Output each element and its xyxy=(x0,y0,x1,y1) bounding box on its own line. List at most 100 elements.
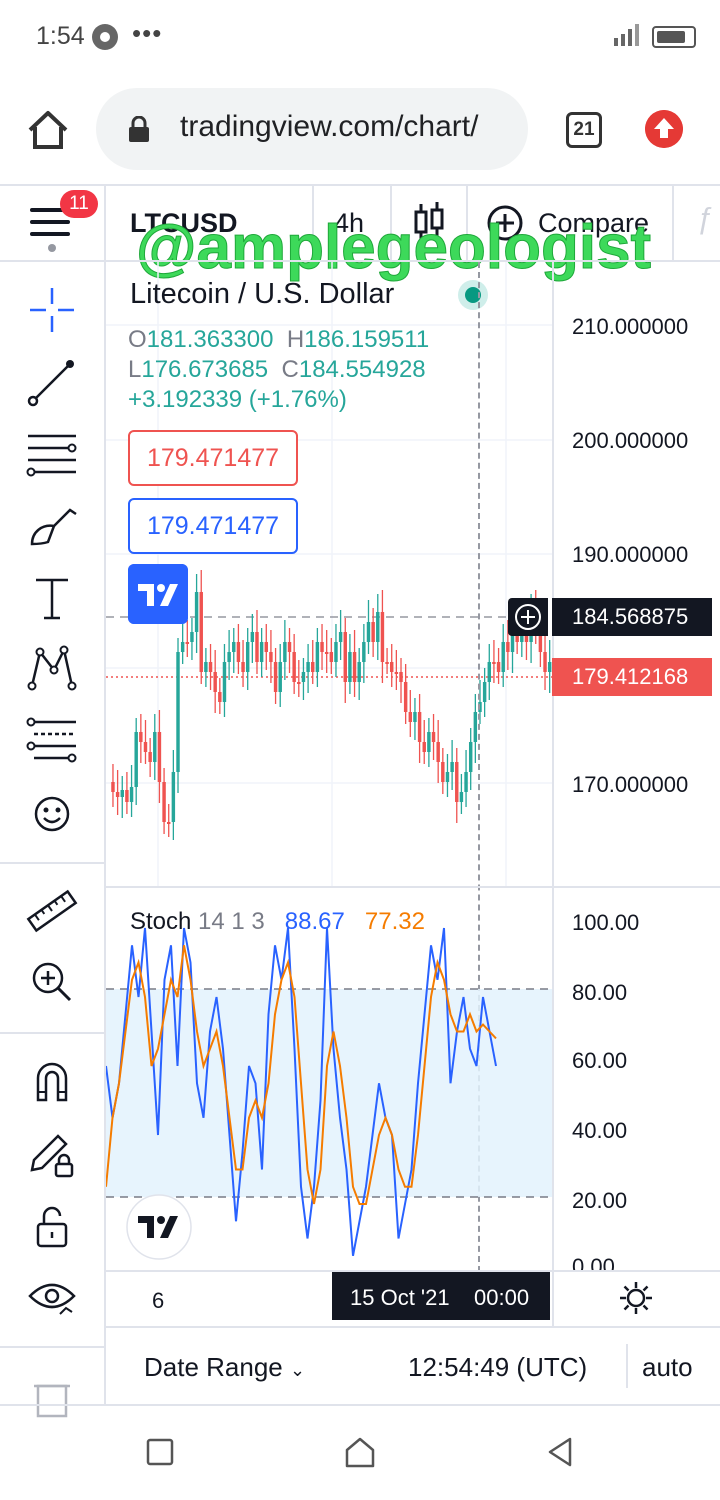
ohlc-row-2: L176.673685 C184.554928 xyxy=(128,356,426,383)
candle-body xyxy=(450,762,454,772)
candle-body xyxy=(208,662,213,672)
stoch-axis-label: 20.00 xyxy=(572,1188,628,1213)
candle-body xyxy=(459,792,464,802)
unlock-icon[interactable] xyxy=(24,1198,80,1254)
candle-body xyxy=(232,642,236,652)
crosshair-price-tag: 184.568875 xyxy=(552,598,712,636)
candle-body xyxy=(190,632,194,642)
candle-body xyxy=(441,762,445,782)
candle-body xyxy=(543,652,547,672)
brush-icon[interactable] xyxy=(24,498,80,554)
candle-body xyxy=(283,642,287,662)
back-button[interactable] xyxy=(546,1436,574,1468)
emoji-icon[interactable] xyxy=(24,786,80,842)
trend-line-icon[interactable] xyxy=(24,354,80,410)
crosshair-time-tag: 15 Oct '21 00:00 xyxy=(332,1272,550,1320)
divider xyxy=(626,1344,628,1388)
trash-icon[interactable] xyxy=(24,1372,80,1428)
candle-body xyxy=(385,662,389,664)
chevron-down-icon: ⌄ xyxy=(290,1360,306,1380)
add-alert-button[interactable] xyxy=(508,598,548,636)
candle-body xyxy=(413,712,417,722)
candle-body xyxy=(408,712,413,722)
candle-body xyxy=(394,672,399,674)
tab-switcher-button[interactable]: 21 xyxy=(566,112,602,148)
candle-body xyxy=(259,642,264,662)
candle-body xyxy=(417,712,422,742)
candle-body xyxy=(496,662,501,672)
candle-body xyxy=(371,622,375,642)
candle-body xyxy=(362,642,366,662)
candle-body xyxy=(445,772,450,782)
url-text: tradingview.com/chart/ xyxy=(180,110,479,143)
zoom-in-icon[interactable] xyxy=(24,954,80,1010)
buy-button[interactable]: 179.471477 xyxy=(128,498,298,554)
magnet-icon[interactable] xyxy=(24,1054,80,1110)
plus-circle-icon xyxy=(515,604,541,630)
divider xyxy=(0,1346,104,1348)
candle-body xyxy=(194,592,199,632)
home-icon[interactable] xyxy=(26,108,70,152)
candle-body xyxy=(222,662,227,702)
tradingview-logo-icon[interactable] xyxy=(128,564,188,624)
lock-drawings-icon[interactable] xyxy=(24,1126,80,1182)
candle-body xyxy=(199,592,203,672)
fib-retracement-icon[interactable] xyxy=(24,426,80,482)
divider xyxy=(0,862,104,864)
candle-body xyxy=(366,622,371,642)
candle-body xyxy=(357,662,361,682)
menu-dot xyxy=(48,244,56,252)
candle-body xyxy=(501,642,505,672)
candle-body xyxy=(403,682,408,712)
price-axis-label: 200.000000 xyxy=(572,428,689,453)
candle-body xyxy=(376,612,380,642)
prediction-icon[interactable] xyxy=(24,712,80,768)
indicators-icon[interactable]: ƒ xyxy=(696,202,713,236)
candle-body xyxy=(204,662,208,672)
candle-body xyxy=(301,672,306,682)
divider xyxy=(0,1404,720,1406)
candle-body xyxy=(287,642,292,652)
candle-body xyxy=(348,652,352,682)
recents-button[interactable] xyxy=(146,1438,174,1466)
candle-body xyxy=(269,652,273,662)
chrome-icon xyxy=(92,24,118,50)
candle-body xyxy=(185,642,190,644)
candle-body xyxy=(338,632,343,642)
notification-badge: 11 xyxy=(60,190,98,218)
android-home-button[interactable] xyxy=(344,1436,376,1468)
auto-scale-button[interactable]: auto xyxy=(642,1352,693,1383)
candle-body xyxy=(431,732,436,742)
candle-body xyxy=(278,662,282,692)
date-range-label: Date Range xyxy=(144,1352,283,1382)
upload-icon[interactable] xyxy=(645,110,683,148)
stoch-axis-label: 100.00 xyxy=(572,910,640,935)
candle-body xyxy=(329,652,334,662)
settings-gear-icon[interactable] xyxy=(618,1280,654,1316)
candle-body xyxy=(464,772,468,792)
candle-body xyxy=(111,782,115,792)
ruler-icon[interactable] xyxy=(24,884,80,940)
candle-body xyxy=(157,732,162,782)
candle-body xyxy=(264,642,269,652)
address-bar[interactable]: tradingview.com/chart/ xyxy=(96,88,528,170)
last-price-tag: 179.412168 xyxy=(552,658,712,696)
crosshair-date: 15 Oct '21 xyxy=(350,1285,450,1310)
divider xyxy=(672,186,674,260)
price-axis-label: 170.000000 xyxy=(572,772,689,797)
candle-body xyxy=(487,662,492,682)
stoch-legend: Stoch 14 1 3 88.67 77.32 xyxy=(130,908,425,935)
hide-eye-icon[interactable] xyxy=(24,1268,80,1324)
sell-button[interactable]: 179.471477 xyxy=(128,430,298,486)
candle-body xyxy=(320,642,324,652)
utc-clock[interactable]: 12:54:49 (UTC) xyxy=(408,1352,587,1383)
pattern-icon[interactable] xyxy=(24,640,80,696)
candle-body xyxy=(389,662,394,672)
date-range-button[interactable]: Date Range ⌄ xyxy=(144,1352,305,1383)
time-axis-label: 6 xyxy=(152,1288,165,1313)
crosshair-icon[interactable] xyxy=(24,282,80,338)
candle-body xyxy=(162,782,166,822)
stoch-axis-label: 80.00 xyxy=(572,980,628,1005)
signal-icon xyxy=(614,24,639,46)
text-tool-icon[interactable] xyxy=(24,570,80,626)
